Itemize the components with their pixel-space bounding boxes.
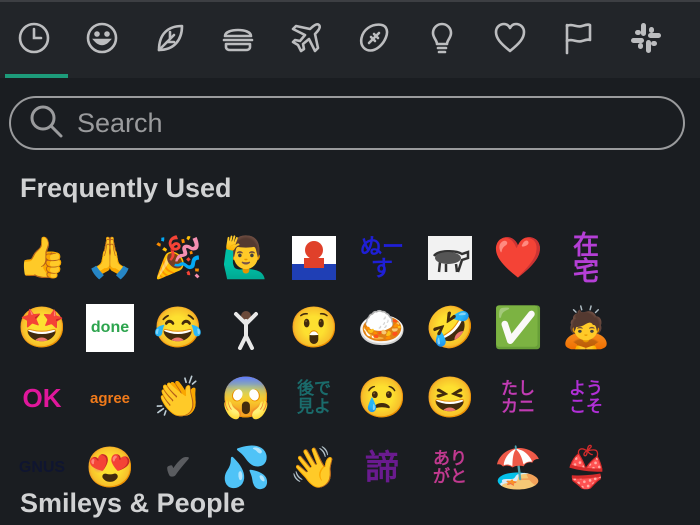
custom-atodemiyo-icon: 後で見よ [297, 379, 331, 416]
custom-person-photo-icon [292, 236, 336, 280]
emoji-screaming-face[interactable]: 😱 [212, 364, 280, 432]
custom-wildebeest-photo-icon [428, 236, 472, 280]
emoji-custom-dancing-man[interactable] [212, 294, 280, 362]
emoji-crying-face[interactable]: 😢 [348, 364, 416, 432]
emoji-grid: 👍 🙏 🎉 🙋‍♂️ ぬーす ❤️ 在宅 🤩 done 😂 😲 🍛 🤣 ✅ 🙇 OK agree 👏 😱 後で見よ 😢 😆… [0, 224, 700, 504]
emoji-check-mark-button[interactable]: ✅ [484, 294, 552, 362]
tab-nature[interactable] [136, 2, 204, 78]
emoji-custom-wildebeest-photo[interactable] [416, 224, 484, 292]
star-struck-icon: 🤩 [17, 306, 67, 350]
person-bowing-icon: 🙇 [561, 306, 611, 350]
thumbs-up-icon: 👍 [17, 236, 67, 280]
emoji-curry-rice[interactable]: 🍛 [348, 294, 416, 362]
emoji-grinning-squinting-face[interactable]: 😆 [416, 364, 484, 432]
emoji-red-heart[interactable]: ❤️ [484, 224, 552, 292]
emoji-custom-tashikani[interactable]: たしカニ [484, 364, 552, 432]
tab-flags[interactable] [544, 2, 612, 78]
emoji-custom-nuusu[interactable]: ぬーす [348, 224, 416, 292]
emoji-custom-atodemiyo[interactable]: 後で見よ [280, 364, 348, 432]
emoji-row: 👍 🙏 🎉 🙋‍♂️ ぬーす ❤️ 在宅 [0, 224, 700, 292]
emoji-astonished-face[interactable]: 😲 [280, 294, 348, 362]
emoji-star-struck[interactable]: 🤩 [8, 294, 76, 362]
emoji-custom-done[interactable]: done [76, 294, 144, 362]
football-icon [356, 20, 392, 61]
tears-of-joy-icon: 😂 [153, 306, 203, 350]
search-input[interactable] [75, 106, 639, 140]
flag-icon [560, 20, 596, 61]
emoji-bikini[interactable]: 👙 [552, 434, 620, 502]
custom-done-icon: done [86, 304, 134, 352]
tab-smileys[interactable] [68, 2, 136, 78]
tab-food[interactable] [204, 2, 272, 78]
folded-hands-icon: 🙏 [85, 236, 135, 280]
emoji-custom-arigato[interactable]: ありがと [416, 434, 484, 502]
custom-gnus-icon: GNUS [18, 459, 66, 476]
emoji-man-raising-hand[interactable]: 🙋‍♂️ [212, 224, 280, 292]
tab-objects[interactable] [408, 2, 476, 78]
emoji-thumbs-up[interactable]: 👍 [8, 224, 76, 292]
smiley-icon [84, 20, 120, 61]
bikini-icon: 👙 [561, 446, 611, 490]
emoji-custom-zaitaku[interactable]: 在宅 [552, 224, 620, 292]
burger-icon [220, 20, 256, 61]
beach-umbrella-icon: 🏖️ [493, 446, 543, 490]
airplane-icon [288, 20, 324, 61]
section-title-frequently-used: Frequently Used [20, 173, 232, 203]
tab-custom[interactable] [612, 2, 680, 78]
custom-zaitaku-icon: 在宅 [572, 230, 599, 286]
custom-dancing-man-icon [224, 306, 268, 350]
emoji-row: 🤩 done 😂 😲 🍛 🤣 ✅ 🙇 [0, 294, 700, 362]
section-title-smileys-people: Smileys & People [20, 488, 246, 518]
custom-akirame-icon: 諦 [365, 449, 399, 487]
man-raising-hand-icon: 🙋‍♂️ [221, 236, 271, 280]
custom-agree-icon: agree [89, 389, 131, 407]
tab-activity[interactable] [340, 2, 408, 78]
search-bar [9, 96, 685, 150]
emoji-custom-youkoso[interactable]: ようこそ [552, 364, 620, 432]
slack-icon [628, 20, 664, 61]
emoji-custom-agree[interactable]: agree [76, 364, 144, 432]
emoji-beach-umbrella[interactable]: 🏖️ [484, 434, 552, 502]
emoji-picker: Frequently Used 👍 🙏 🎉 🙋‍♂️ ぬーす ❤️ 在宅 🤩 done 😂 😲 🍛 🤣 ✅… [0, 0, 700, 525]
party-popper-icon: 🎉 [153, 236, 203, 280]
sweat-droplets-icon: 💦 [221, 446, 271, 490]
emoji-folded-hands[interactable]: 🙏 [76, 224, 144, 292]
emoji-custom-akirame[interactable]: 諦 [348, 434, 416, 502]
custom-nuusu-icon: ぬーす [359, 234, 404, 281]
clapping-hands-icon: 👏 [153, 376, 203, 420]
tab-recent[interactable] [0, 2, 68, 78]
emoji-custom-ok[interactable]: OK [8, 364, 76, 432]
leaf-icon [152, 20, 188, 61]
emoji-custom-person-photo[interactable] [280, 224, 348, 292]
grinning-squinting-face-icon: 😆 [425, 376, 475, 420]
clock-icon [16, 20, 52, 61]
emoji-row: OK agree 👏 😱 後で見よ 😢 😆 たしカニ ようこそ [0, 364, 700, 432]
rolling-on-floor-laughing-icon: 🤣 [425, 306, 475, 350]
emoji-party-popper[interactable]: 🎉 [144, 224, 212, 292]
heart-icon [492, 20, 528, 61]
search-icon [11, 102, 65, 145]
screaming-face-icon: 😱 [221, 376, 271, 420]
custom-ok-icon: OK [22, 383, 62, 413]
category-tab-bar [0, 2, 700, 78]
heart-eyes-icon: 😍 [85, 446, 135, 490]
emoji-clapping-hands[interactable]: 👏 [144, 364, 212, 432]
tab-symbols[interactable] [476, 2, 544, 78]
emoji-waving-hand[interactable]: 👋 [280, 434, 348, 502]
waving-hand-icon: 👋 [289, 446, 339, 490]
lightbulb-icon [424, 20, 460, 61]
custom-youkoso-icon: ようこそ [569, 379, 603, 416]
emoji-tears-of-joy[interactable]: 😂 [144, 294, 212, 362]
crying-face-icon: 😢 [357, 376, 407, 420]
tab-travel[interactable] [272, 2, 340, 78]
red-heart-icon: ❤️ [493, 236, 543, 280]
astonished-face-icon: 😲 [289, 306, 339, 350]
emoji-person-bowing[interactable]: 🙇 [552, 294, 620, 362]
emoji-rolling-on-floor-laughing[interactable]: 🤣 [416, 294, 484, 362]
custom-gray-check-icon: ✔ [163, 449, 193, 487]
curry-rice-icon: 🍛 [357, 306, 407, 350]
check-mark-button-icon: ✅ [493, 306, 543, 350]
custom-tashikani-icon: たしカニ [501, 379, 535, 416]
custom-arigato-icon: ありがと [433, 449, 467, 486]
